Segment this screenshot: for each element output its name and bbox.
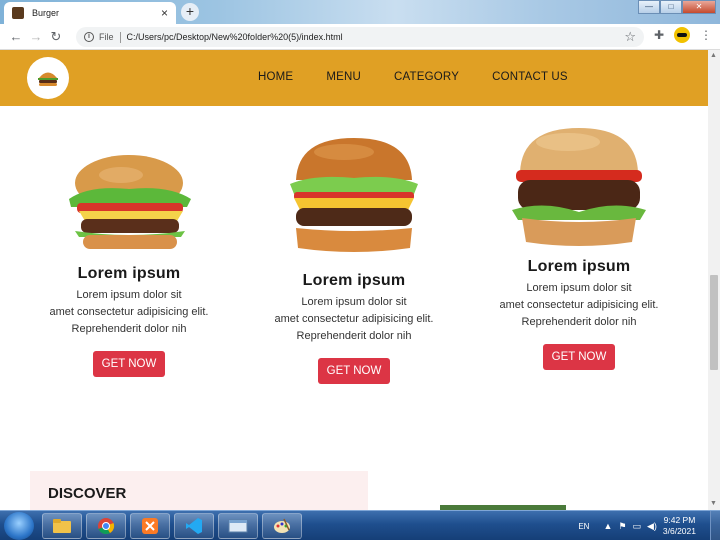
get-now-button[interactable]: GET NOW — [92, 351, 166, 377]
card-text-line: Lorem ipsum dolor sit — [526, 282, 632, 294]
minimize-button[interactable]: — — [638, 0, 660, 14]
reload-icon[interactable]: ↻ — [46, 29, 66, 45]
scroll-down-icon[interactable]: ▼ — [710, 500, 717, 507]
info-icon[interactable]: i — [84, 32, 94, 42]
get-now-button[interactable]: GET NOW — [542, 344, 616, 370]
burger-favicon-icon — [12, 7, 24, 19]
chrome-taskbar-icon[interactable] — [86, 513, 126, 539]
network-icon[interactable]: ▭ — [632, 521, 641, 532]
show-desktop-button[interactable] — [710, 511, 720, 540]
profile-avatar[interactable] — [674, 27, 690, 43]
close-window-button[interactable]: ✕ — [682, 0, 716, 14]
browser-tab[interactable]: Burger × — [4, 2, 176, 24]
card-description: Lorem ipsum dolor sit amet consectetur a… — [34, 287, 224, 338]
window-controls: — □ ✕ — [638, 0, 716, 14]
burger-image — [69, 155, 191, 249]
extensions-icon[interactable]: ✚ — [654, 28, 664, 42]
burger-card: Lorem ipsum Lorem ipsum dolor sit amet c… — [484, 126, 674, 370]
card-title: Lorem ipsum — [527, 258, 631, 275]
card-title: Lorem ipsum — [77, 265, 181, 282]
burger-card: Lorem ipsum Lorem ipsum dolor sit amet c… — [259, 136, 449, 384]
discover-title: DISCOVER — [48, 485, 127, 502]
star-icon[interactable]: ☆ — [624, 29, 636, 45]
url-scheme: File — [99, 32, 114, 42]
toolbar-actions: ✚ ⋮ — [654, 27, 712, 43]
system-tray: EN ▲ ⚑ ▭ ◀) 9:42 PM 3/6/2021 — [578, 511, 720, 540]
browser-toolbar: ← → ↻ i File C:/Users/pc/Desktop/New%20f… — [0, 24, 720, 50]
forward-icon[interactable]: → — [26, 29, 46, 44]
window-taskbar-icon[interactable] — [218, 513, 258, 539]
clock[interactable]: 9:42 PM 3/6/2021 — [663, 515, 696, 537]
menu-icon[interactable]: ⋮ — [700, 28, 712, 42]
discover-section: DISCOVER — [30, 471, 368, 510]
card-text-line: Lorem ipsum dolor sit — [301, 296, 407, 308]
nav-contact-us[interactable]: CONTACT US — [492, 71, 568, 83]
tab-title: Burger — [32, 8, 60, 18]
paint-taskbar-icon[interactable] — [262, 513, 302, 539]
scroll-thumb[interactable] — [710, 275, 718, 370]
card-text-line: amet consectetur adipisicing elit. — [274, 313, 434, 325]
card-title: Lorem ipsum — [302, 272, 406, 289]
address-bar[interactable]: i File C:/Users/pc/Desktop/New%20folder%… — [76, 27, 644, 47]
nav-menu[interactable]: MENU — [326, 71, 361, 83]
page-scrollbar[interactable]: ▲ ▼ — [708, 50, 720, 510]
tab-strip: Burger × + — □ ✕ — [0, 0, 720, 24]
card-text-line: Lorem ipsum dolor sit — [76, 289, 182, 301]
burger-card: Lorem ipsum Lorem ipsum dolor sit amet c… — [34, 145, 224, 377]
xampp-taskbar-icon[interactable] — [130, 513, 170, 539]
url-text[interactable]: C:/Users/pc/Desktop/New%20folder%20(5)/i… — [127, 32, 343, 42]
card-text-line: amet consectetur adipisicing elit. — [499, 299, 659, 311]
card-description: Lorem ipsum dolor sit amet consectetur a… — [259, 294, 449, 345]
burger-image — [290, 138, 418, 252]
taskbar: EN ▲ ⚑ ▭ ◀) 9:42 PM 3/6/2021 — [0, 510, 720, 540]
card-text-line: Reprehenderit dolor nih — [71, 323, 187, 335]
nav-home[interactable]: HOME — [258, 71, 293, 83]
flag-icon[interactable]: ⚑ — [618, 521, 626, 532]
tray-arrow-icon[interactable]: ▲ — [603, 521, 612, 531]
volume-icon[interactable]: ◀) — [647, 521, 657, 532]
burger-image — [512, 128, 646, 246]
new-tab-button[interactable]: + — [181, 3, 199, 21]
main-nav: HOME MENU CATEGORY CONTACT US — [258, 71, 601, 83]
divider — [119, 31, 121, 43]
language-indicator[interactable]: EN — [578, 522, 589, 531]
nav-category[interactable]: CATEGORY — [394, 71, 459, 83]
card-text-line: Reprehenderit dolor nih — [296, 330, 412, 342]
vscode-taskbar-icon[interactable] — [174, 513, 214, 539]
get-now-button[interactable]: GET NOW — [317, 358, 391, 384]
page-viewport: HOME MENU CATEGORY CONTACT US Lorem ipsu… — [0, 50, 708, 510]
clock-date: 3/6/2021 — [662, 526, 696, 536]
card-description: Lorem ipsum dolor sit amet consectetur a… — [484, 280, 674, 331]
tab-close-icon[interactable]: × — [161, 6, 168, 20]
clock-time: 9:42 PM — [663, 515, 696, 525]
burger-logo-icon[interactable] — [27, 57, 69, 99]
back-icon[interactable]: ← — [6, 29, 26, 44]
site-navbar: HOME MENU CATEGORY CONTACT US — [0, 50, 708, 106]
start-button[interactable] — [4, 512, 34, 540]
card-text-line: amet consectetur adipisicing elit. — [49, 306, 209, 318]
explorer-taskbar-icon[interactable] — [42, 513, 82, 539]
maximize-button[interactable]: □ — [660, 0, 682, 14]
scroll-up-icon[interactable]: ▲ — [710, 52, 717, 59]
card-text-line: Reprehenderit dolor nih — [521, 316, 637, 328]
